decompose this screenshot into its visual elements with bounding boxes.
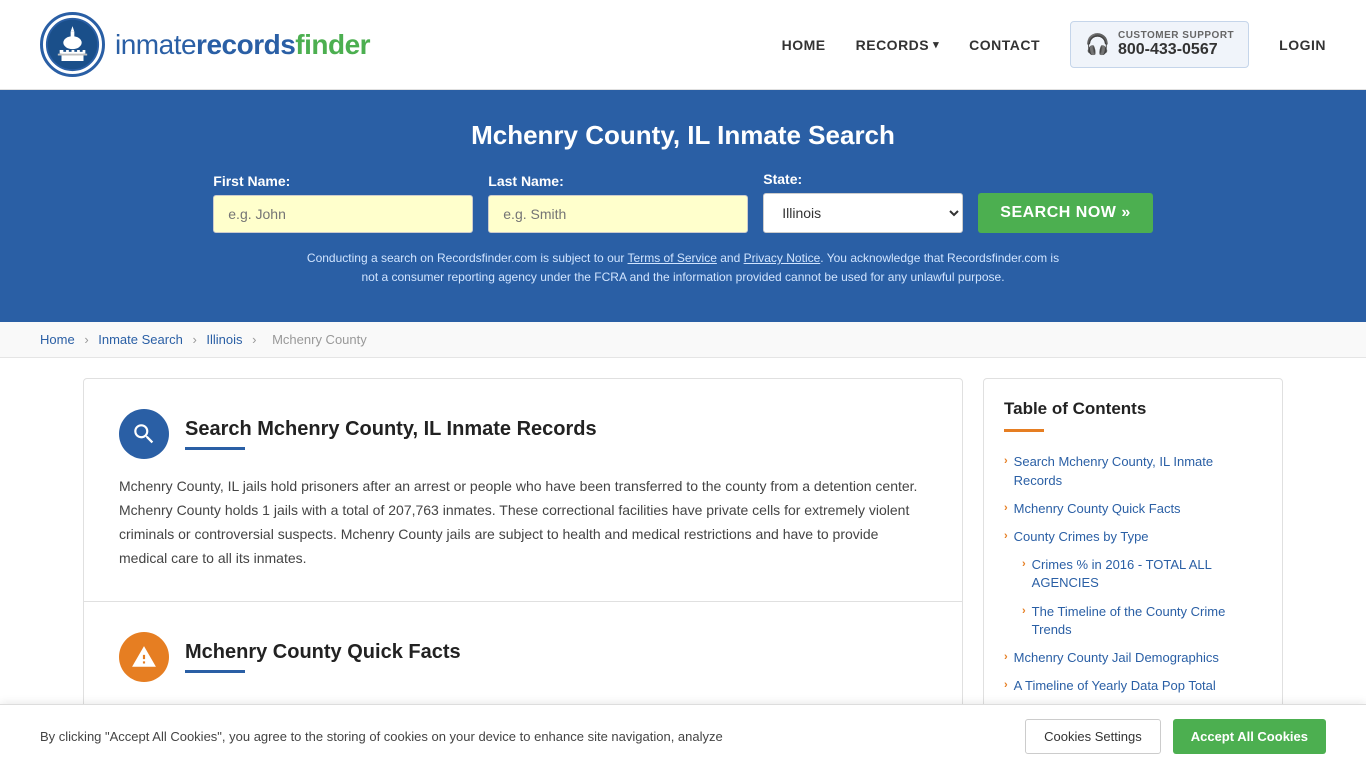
toc-link-3[interactable]: County Crimes by Type: [1014, 528, 1149, 546]
warning-icon-circle: [119, 632, 169, 682]
cookie-text: By clicking "Accept All Cookies", you ag…: [40, 727, 723, 747]
breadcrumb-illinois[interactable]: Illinois: [206, 332, 242, 347]
privacy-link[interactable]: Privacy Notice: [744, 251, 821, 265]
toc-item-6[interactable]: › Mchenry County Jail Demographics: [1004, 644, 1262, 672]
breadcrumb: Home › Inmate Search › Illinois › Mchenr…: [0, 322, 1366, 358]
first-name-label: First Name:: [213, 173, 290, 189]
chevron-right-icon-2: ›: [1004, 502, 1008, 514]
toc-link-7[interactable]: A Timeline of Yearly Data Pop Total: [1014, 677, 1216, 695]
nav-home[interactable]: HOME: [782, 37, 826, 53]
support-label: CUSTOMER SUPPORT: [1118, 30, 1234, 41]
chevron-right-icon-1: ›: [1004, 455, 1008, 467]
nav-records[interactable]: RECORDS ▾: [856, 37, 940, 53]
section-body-inmate: Mchenry County, IL jails hold prisoners …: [119, 475, 927, 570]
chevron-right-icon-4: ›: [1022, 558, 1026, 570]
section-title-wrapper-facts: Mchenry County Quick Facts: [185, 641, 461, 673]
hero-disclaimer: Conducting a search on Recordsfinder.com…: [303, 249, 1063, 287]
logo-finder: finder: [295, 29, 370, 60]
state-label: State:: [763, 171, 802, 187]
headset-icon: 🎧: [1085, 32, 1110, 57]
breadcrumb-home[interactable]: Home: [40, 332, 75, 347]
toc-item-2[interactable]: › Mchenry County Quick Facts: [1004, 495, 1262, 523]
last-name-group: Last Name:: [488, 173, 748, 233]
logo-text: inmaterecordsfinder: [115, 29, 370, 61]
search-icon: [131, 421, 157, 447]
cookie-settings-button[interactable]: Cookies Settings: [1025, 719, 1161, 754]
login-button[interactable]: LOGIN: [1279, 37, 1326, 53]
logo-inmate: inmate: [115, 29, 196, 60]
toc-box: Table of Contents › Search Mchenry Count…: [983, 378, 1283, 711]
sidebar: Table of Contents › Search Mchenry Count…: [983, 378, 1283, 729]
cookie-actions: Cookies Settings Accept All Cookies: [1025, 719, 1326, 754]
breadcrumb-inmate-search[interactable]: Inmate Search: [98, 332, 183, 347]
support-number: 800-433-0567: [1118, 41, 1234, 59]
breadcrumb-separator-2: ›: [192, 332, 200, 347]
section-title-underline: [185, 447, 245, 450]
toc-item-5[interactable]: › The Timeline of the County Crime Trend…: [1004, 598, 1262, 644]
content-left: Search Mchenry County, IL Inmate Records…: [83, 378, 963, 729]
toc-link-5[interactable]: The Timeline of the County Crime Trends: [1032, 603, 1262, 639]
last-name-input[interactable]: [488, 195, 748, 233]
toc-link-1[interactable]: Search Mchenry County, IL Inmate Records: [1014, 453, 1262, 489]
toc-link-6[interactable]: Mchenry County Jail Demographics: [1014, 649, 1219, 667]
toc-item-3[interactable]: › County Crimes by Type: [1004, 523, 1262, 551]
chevron-right-icon-5: ›: [1022, 605, 1026, 617]
warning-icon: [131, 644, 157, 670]
header: inmaterecordsfinder HOME RECORDS ▾ CONTA…: [0, 0, 1366, 90]
section-title-underline-facts: [185, 670, 245, 673]
customer-support: 🎧 CUSTOMER SUPPORT 800-433-0567: [1070, 21, 1249, 68]
search-form: First Name: Last Name: State: Illinois A…: [40, 171, 1326, 233]
logo-icon: [40, 12, 105, 77]
chevron-right-icon-6: ›: [1004, 651, 1008, 663]
section-title-facts: Mchenry County Quick Facts: [185, 641, 461, 664]
state-group: State: Illinois Alabama Alaska Arizona C…: [763, 171, 963, 233]
section-header-facts: Mchenry County Quick Facts: [119, 632, 927, 682]
toc-title: Table of Contents: [1004, 399, 1262, 419]
chevron-down-icon: ▾: [933, 38, 939, 51]
main-nav: HOME RECORDS ▾ CONTACT 🎧 CUSTOMER SUPPOR…: [782, 21, 1326, 68]
last-name-label: Last Name:: [488, 173, 563, 189]
support-text: CUSTOMER SUPPORT 800-433-0567: [1118, 30, 1234, 59]
toc-item-4[interactable]: › Crimes % in 2016 - TOTAL ALL AGENCIES: [1004, 551, 1262, 597]
hero-title: Mchenry County, IL Inmate Search: [40, 120, 1326, 151]
main-content: Search Mchenry County, IL Inmate Records…: [43, 378, 1323, 729]
section-title-inmate: Search Mchenry County, IL Inmate Records: [185, 418, 597, 441]
nav-records-label: RECORDS: [856, 37, 930, 53]
first-name-group: First Name:: [213, 173, 473, 233]
terms-link[interactable]: Terms of Service: [628, 251, 717, 265]
state-select[interactable]: Illinois Alabama Alaska Arizona Californ…: [763, 193, 963, 233]
chevron-right-icon-3: ›: [1004, 530, 1008, 542]
section-title-wrapper: Search Mchenry County, IL Inmate Records: [185, 418, 597, 450]
breadcrumb-county: Mchenry County: [272, 332, 367, 347]
inmate-records-section: Search Mchenry County, IL Inmate Records…: [84, 379, 962, 601]
breadcrumb-separator-1: ›: [84, 332, 92, 347]
nav-contact[interactable]: CONTACT: [969, 37, 1040, 53]
chevron-right-icon-7: ›: [1004, 679, 1008, 691]
toc-link-2[interactable]: Mchenry County Quick Facts: [1014, 500, 1181, 518]
search-now-button[interactable]: SEARCH NOW »: [978, 193, 1152, 233]
toc-link-4[interactable]: Crimes % in 2016 - TOTAL ALL AGENCIES: [1032, 556, 1262, 592]
section-header-inmate: Search Mchenry County, IL Inmate Records: [119, 409, 927, 459]
cookie-banner: By clicking "Accept All Cookies", you ag…: [0, 704, 1366, 768]
breadcrumb-separator-3: ›: [252, 332, 260, 347]
hero-section: Mchenry County, IL Inmate Search First N…: [0, 90, 1366, 322]
search-icon-circle: [119, 409, 169, 459]
toc-item-1[interactable]: › Search Mchenry County, IL Inmate Recor…: [1004, 448, 1262, 494]
toc-item-7[interactable]: › A Timeline of Yearly Data Pop Total: [1004, 672, 1262, 700]
logo-area: inmaterecordsfinder: [40, 12, 370, 77]
toc-underline: [1004, 429, 1044, 432]
logo-records: records: [196, 29, 295, 60]
first-name-input[interactable]: [213, 195, 473, 233]
cookie-accept-button[interactable]: Accept All Cookies: [1173, 719, 1326, 754]
